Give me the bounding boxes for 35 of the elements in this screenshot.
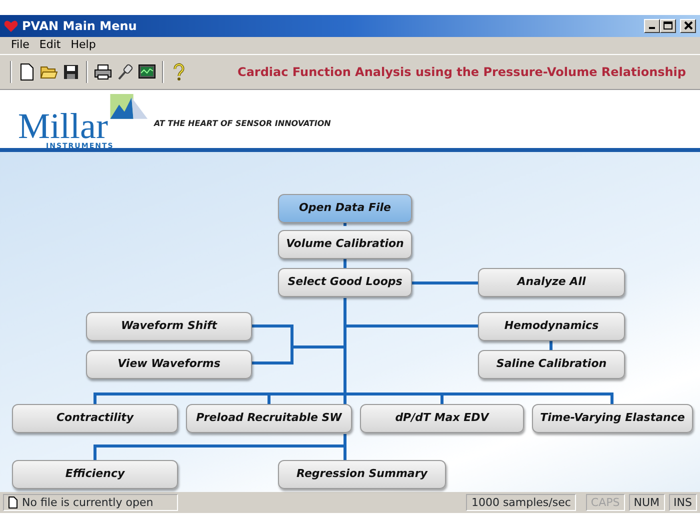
key-indicator: NUM bbox=[628, 494, 665, 511]
flowchart-button[interactable]: Hemodynamics bbox=[478, 312, 625, 341]
menu-item[interactable]: Edit bbox=[34, 37, 66, 54]
logo-wordmark: Millar bbox=[18, 110, 108, 142]
close-icon bbox=[684, 20, 692, 30]
menu-item[interactable]: File bbox=[6, 37, 34, 54]
heart-icon bbox=[4, 20, 18, 32]
flowchart-button[interactable]: Regression Summary bbox=[278, 460, 446, 489]
maximize-icon bbox=[663, 20, 673, 30]
flowchart-button[interactable]: Saline Calibration bbox=[478, 350, 625, 379]
key-indicator: INS bbox=[668, 494, 697, 511]
close-button[interactable] bbox=[680, 19, 696, 33]
flowchart-button[interactable]: Open Data File bbox=[278, 194, 412, 223]
document-icon bbox=[8, 496, 18, 509]
flowchart-button[interactable]: Select Good Loops bbox=[278, 268, 412, 297]
menu-item[interactable]: Help bbox=[66, 37, 101, 54]
flowchart-button[interactable]: dP/dT Max EDV bbox=[360, 404, 524, 433]
window-title: PVAN Main Menu bbox=[22, 18, 137, 35]
status-message: No file is currently open bbox=[22, 495, 154, 510]
flowchart-button[interactable]: Time-Varying Elastance bbox=[532, 404, 693, 433]
flowchart-button[interactable]: Analyze All bbox=[478, 268, 625, 297]
flowchart-button[interactable]: View Waveforms bbox=[86, 350, 252, 379]
flowchart-button[interactable]: Volume Calibration bbox=[278, 230, 412, 259]
connector-line bbox=[412, 282, 478, 284]
flowchart-button[interactable]: Contractility bbox=[12, 404, 178, 433]
flowchart-button[interactable]: Preload Recruitable SW bbox=[186, 404, 352, 433]
tagline: AT THE HEART OF SENSOR INNOVATION bbox=[154, 118, 331, 130]
minimize-button[interactable] bbox=[644, 19, 660, 33]
connector-line bbox=[344, 259, 346, 268]
flowchart-button[interactable]: Waveform Shift bbox=[86, 312, 252, 341]
sample-rate: 1000 samples/sec bbox=[466, 494, 576, 511]
flowchart-button[interactable]: Efficiency bbox=[12, 460, 178, 489]
toolbar-caption: Cardiac Function Analysis using the Pressure-Volume Relationship bbox=[238, 64, 686, 81]
connector-line bbox=[550, 341, 552, 350]
maximize-button[interactable] bbox=[660, 19, 676, 33]
